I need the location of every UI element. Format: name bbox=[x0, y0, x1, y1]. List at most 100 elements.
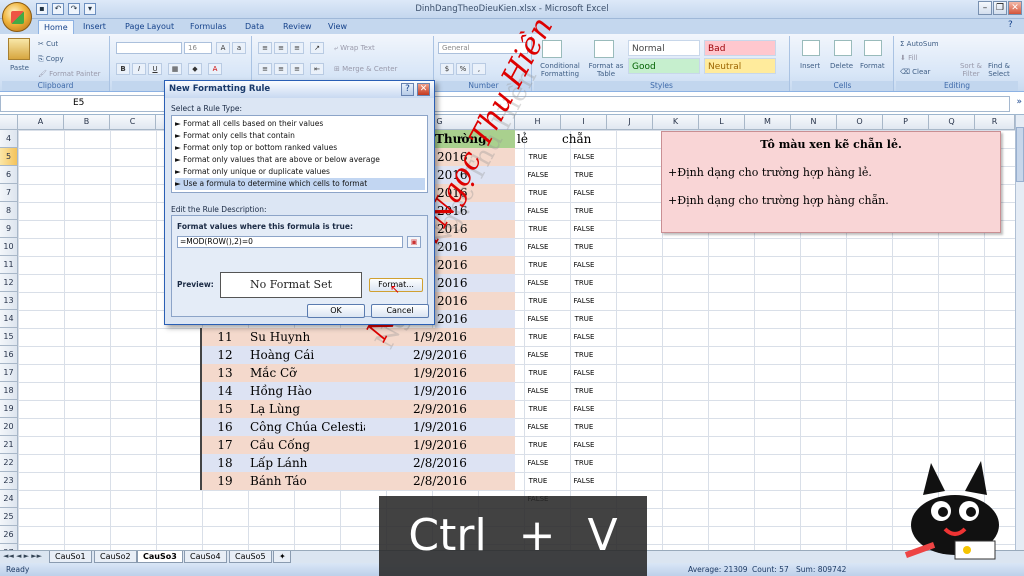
bool-cell[interactable]: TRUE bbox=[515, 472, 561, 490]
row-header[interactable]: 8 bbox=[0, 202, 18, 220]
bool-cell[interactable]: FALSE bbox=[561, 148, 607, 166]
row-header[interactable]: 6 bbox=[0, 166, 18, 184]
style-good[interactable]: Good bbox=[628, 58, 700, 74]
row-header[interactable]: 19 bbox=[0, 400, 18, 418]
bool-cell[interactable]: FALSE bbox=[561, 364, 607, 382]
bool-cell[interactable]: FALSE bbox=[515, 310, 561, 328]
bool-cell[interactable]: TRUE bbox=[515, 184, 561, 202]
copy-button[interactable]: ⎘ Copy bbox=[38, 55, 64, 64]
sort-filter-button[interactable]: Sort & Filter bbox=[958, 62, 984, 78]
restore-button[interactable]: ❐ bbox=[993, 1, 1007, 15]
currency-icon[interactable]: $ bbox=[440, 63, 454, 75]
table-cell[interactable]: 19 bbox=[202, 472, 248, 490]
bool-cell[interactable]: FALSE bbox=[561, 472, 607, 490]
wrap-text-button[interactable]: ⤶ Wrap Text bbox=[334, 44, 375, 53]
table-cell[interactable]: 16 bbox=[202, 418, 248, 436]
col-header[interactable]: K bbox=[653, 115, 699, 130]
paste-button[interactable]: Paste bbox=[10, 64, 29, 72]
rule-type-item[interactable]: ► Format only top or bottom ranked value… bbox=[175, 142, 425, 154]
bool-cell[interactable]: FALSE bbox=[515, 238, 561, 256]
italic-icon[interactable]: I bbox=[132, 63, 146, 75]
table-cell[interactable]: 2/9/2016 bbox=[365, 400, 515, 418]
sheet-tab[interactable]: CauSo4 bbox=[184, 551, 227, 563]
row-header[interactable]: 26 bbox=[0, 526, 18, 544]
scroll-thumb[interactable] bbox=[1016, 127, 1024, 182]
percent-icon[interactable]: % bbox=[456, 63, 470, 75]
insert-cells-button[interactable]: Insert bbox=[800, 62, 820, 70]
insert-cells-icon[interactable] bbox=[802, 40, 820, 56]
autosum-button[interactable]: Σ AutoSum bbox=[900, 40, 939, 48]
table-cell[interactable]: Cầu Cống bbox=[248, 436, 365, 454]
row-header[interactable]: 15 bbox=[0, 328, 18, 346]
table-cell[interactable]: 18 bbox=[202, 454, 248, 472]
col-header[interactable]: O bbox=[837, 115, 883, 130]
grow-font-icon[interactable]: A bbox=[216, 42, 230, 54]
table-cell[interactable]: 13 bbox=[202, 364, 248, 382]
insert-sheet-icon[interactable]: ✦ bbox=[273, 551, 291, 563]
format-cells-icon[interactable] bbox=[864, 40, 882, 56]
help-icon[interactable]: ? bbox=[1008, 20, 1018, 31]
table-cell[interactable]: 17 bbox=[202, 436, 248, 454]
col-header[interactable]: N bbox=[791, 115, 837, 130]
indent-icon[interactable]: ⇤ bbox=[310, 63, 324, 75]
table-cell[interactable]: 12 bbox=[202, 346, 248, 364]
tab-formulas[interactable]: Formulas bbox=[185, 20, 232, 34]
table-cell[interactable]: 1/9/2016 bbox=[365, 418, 515, 436]
col-header[interactable]: Q bbox=[929, 115, 975, 130]
sheet-tab[interactable]: CauSo2 bbox=[94, 551, 137, 563]
comma-icon[interactable]: , bbox=[472, 63, 486, 75]
tab-insert[interactable]: Insert bbox=[78, 20, 111, 34]
col-header[interactable]: M bbox=[745, 115, 791, 130]
col-header[interactable]: I bbox=[561, 115, 607, 130]
name-box[interactable]: E5 bbox=[0, 95, 165, 112]
bool-cell[interactable]: TRUE bbox=[515, 328, 561, 346]
bool-cell[interactable]: FALSE bbox=[561, 184, 607, 202]
row-header[interactable]: 24 bbox=[0, 490, 18, 508]
ok-button[interactable]: OK bbox=[307, 304, 365, 318]
tab-page-layout[interactable]: Page Layout bbox=[120, 20, 179, 34]
tab-data[interactable]: Data bbox=[240, 20, 269, 34]
table-cell[interactable]: Hồng Hào bbox=[248, 382, 365, 400]
row-header[interactable]: 17 bbox=[0, 364, 18, 382]
table-cell[interactable]: Bánh Táo bbox=[248, 472, 365, 490]
bool-cell[interactable]: FALSE bbox=[561, 292, 607, 310]
delete-cells-button[interactable]: Delete bbox=[830, 62, 853, 70]
fill-button[interactable]: ⬇ Fill bbox=[900, 54, 917, 62]
rule-formula-input[interactable]: =MOD(ROW(),2)=0 bbox=[177, 236, 403, 248]
fill-color-icon[interactable]: ◆ bbox=[188, 63, 202, 75]
bool-cell[interactable]: TRUE bbox=[561, 310, 607, 328]
col-header[interactable]: R bbox=[975, 115, 1015, 130]
bool-cell[interactable]: FALSE bbox=[561, 256, 607, 274]
bool-cell[interactable]: TRUE bbox=[515, 220, 561, 238]
col-header[interactable]: C bbox=[110, 115, 156, 130]
col-header[interactable]: A bbox=[18, 115, 64, 130]
expand-formula-bar-icon[interactable]: » bbox=[1016, 97, 1022, 107]
rule-type-item[interactable]: ► Format all cells based on their values bbox=[175, 118, 425, 130]
align-middle-icon[interactable]: ≡ bbox=[274, 42, 288, 54]
table-cell[interactable]: 1/9/2016 bbox=[365, 436, 515, 454]
bool-cell[interactable]: FALSE bbox=[515, 418, 561, 436]
table-cell[interactable]: Su Huynh bbox=[248, 328, 365, 346]
bool-cell[interactable]: TRUE bbox=[561, 454, 607, 472]
table-cell[interactable]: 2/8/2016 bbox=[365, 472, 515, 490]
bool-cell[interactable]: FALSE bbox=[515, 202, 561, 220]
date-cell[interactable]: 2016 bbox=[435, 292, 515, 310]
bool-cell[interactable]: TRUE bbox=[561, 274, 607, 292]
delete-cells-icon[interactable] bbox=[834, 40, 852, 56]
shrink-font-icon[interactable]: a bbox=[232, 42, 246, 54]
row-header[interactable]: 12 bbox=[0, 274, 18, 292]
style-neutral[interactable]: Neutral bbox=[704, 58, 776, 74]
format-as-table-icon[interactable] bbox=[594, 40, 614, 58]
table-cell[interactable]: 15 bbox=[202, 400, 248, 418]
align-center-icon[interactable]: ≡ bbox=[274, 63, 288, 75]
format-cells-button[interactable]: Format bbox=[860, 62, 885, 70]
align-top-icon[interactable]: ≡ bbox=[258, 42, 272, 54]
cut-button[interactable]: ✂ Cut bbox=[38, 40, 58, 48]
align-left-icon[interactable]: ≡ bbox=[258, 63, 272, 75]
paste-icon[interactable] bbox=[8, 38, 30, 60]
row-header[interactable]: 5 bbox=[0, 148, 18, 166]
cancel-button[interactable]: Cancel bbox=[371, 304, 429, 318]
table-cell[interactable]: Mắc Cỡ bbox=[248, 364, 365, 382]
bold-icon[interactable]: B bbox=[116, 63, 130, 75]
minimize-button[interactable]: – bbox=[978, 1, 992, 15]
